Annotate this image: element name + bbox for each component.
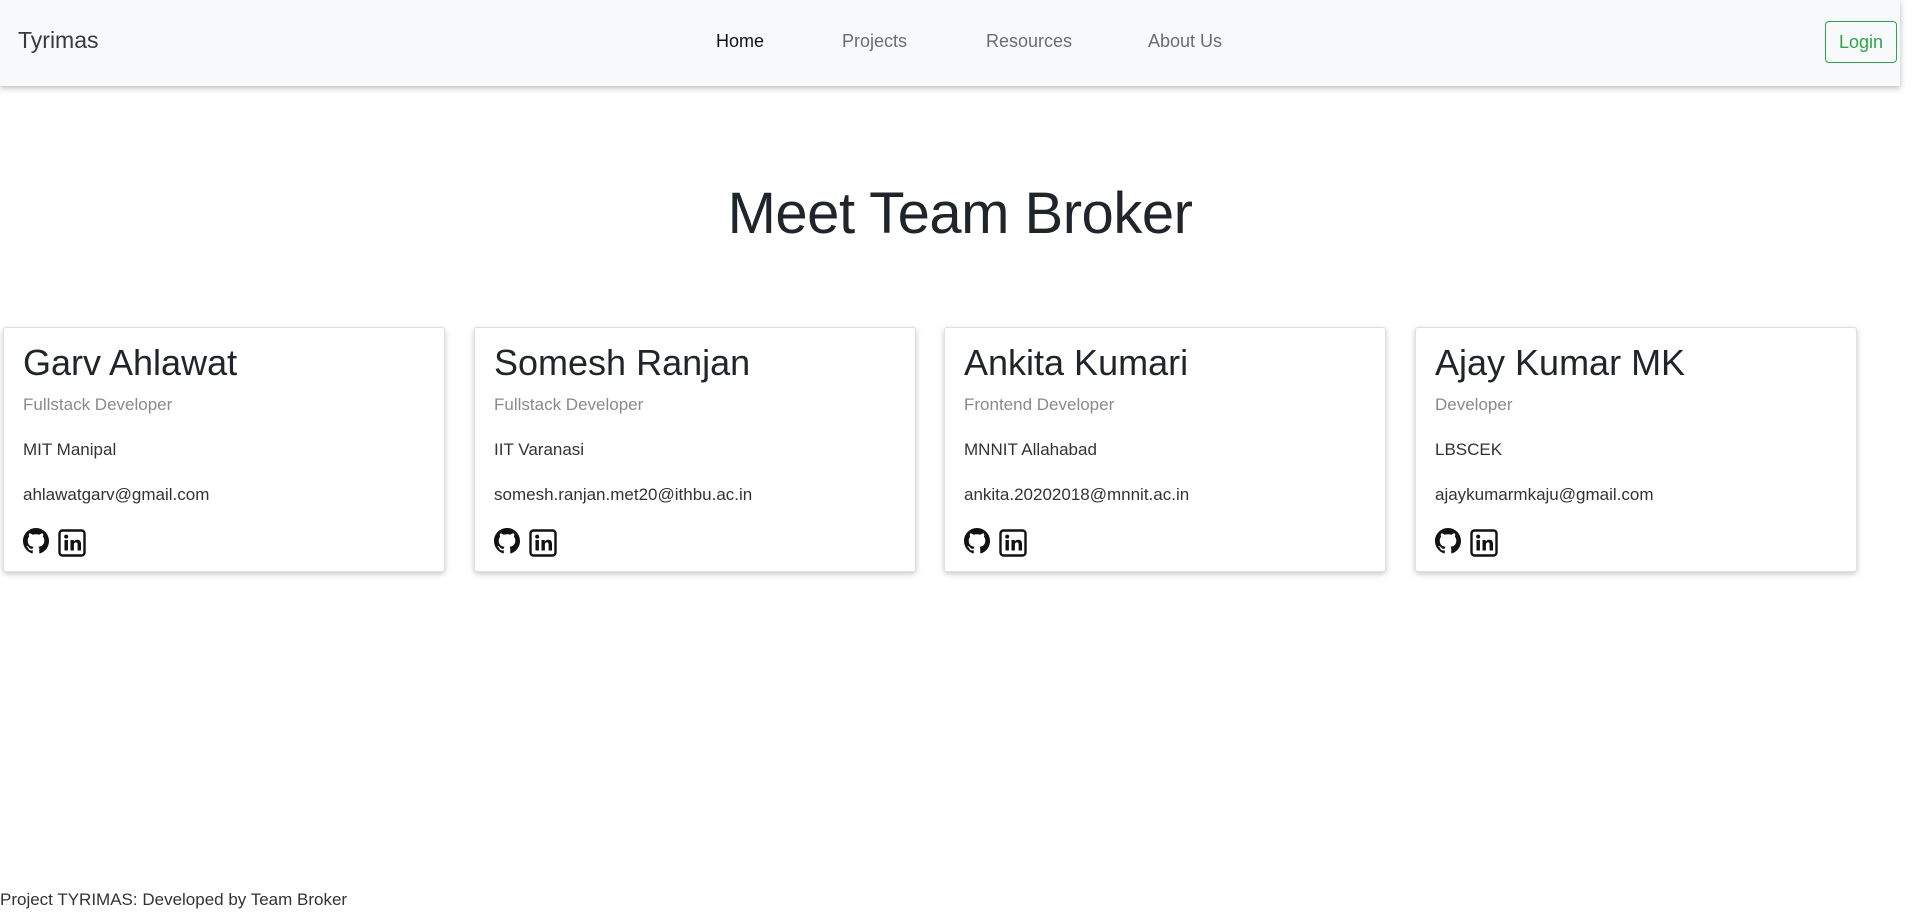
member-role: Fullstack Developer [23,395,173,414]
member-email: somesh.ranjan.met20@ithbu.ac.in [494,485,753,504]
nav-link-about-us[interactable]: About Us [1148,31,1222,52]
member-role: Developer [1435,395,1513,414]
nav-link-projects[interactable]: Projects [842,31,907,52]
linkedin-icon[interactable] [58,529,86,557]
page-title: Meet Team Broker [727,181,1193,246]
member-college: IIT Varanasi [494,440,585,459]
github-icon[interactable] [23,528,49,554]
team-member-card: Somesh Ranjan Fullstack Developer IIT Va… [474,327,916,572]
member-role: Frontend Developer [964,395,1115,414]
member-name: Garv Ahlawat [23,342,238,383]
login-button[interactable]: Login [1825,21,1897,63]
nav-links: Home Projects Resources About Us [0,0,1900,86]
member-college: MNNIT Allahabad [964,440,1097,459]
member-role: Fullstack Developer [494,395,644,414]
member-email: ankita.20202018@mnnit.ac.in [964,485,1190,504]
linkedin-icon[interactable] [529,529,557,557]
team-member-card: Ajay Kumar MK Developer LBSCEK ajaykumar… [1415,327,1857,572]
member-college: MIT Manipal [23,440,117,459]
linkedin-icon[interactable] [999,529,1027,557]
team-member-card: Ankita Kumari Frontend Developer MNNIT A… [944,327,1386,572]
member-name: Ajay Kumar MK [1435,342,1686,383]
member-email: ajaykumarmkaju@gmail.com [1435,485,1654,504]
member-email: ahlawatgarv@gmail.com [23,485,210,504]
nav-link-resources[interactable]: Resources [986,31,1072,52]
team-member-card: Garv Ahlawat Fullstack Developer MIT Man… [3,327,445,572]
github-icon[interactable] [964,528,990,554]
member-college: LBSCEK [1435,440,1503,459]
navbar: Tyrimas Home Projects Resources About Us… [0,0,1900,86]
footer-text: Project TYRIMAS: Developed by Team Broke… [0,890,348,909]
linkedin-icon[interactable] [1470,529,1498,557]
member-name: Somesh Ranjan [494,342,751,383]
github-icon[interactable] [1435,528,1461,554]
member-name: Ankita Kumari [964,342,1189,383]
github-icon[interactable] [494,528,520,554]
nav-link-home[interactable]: Home [716,31,764,52]
